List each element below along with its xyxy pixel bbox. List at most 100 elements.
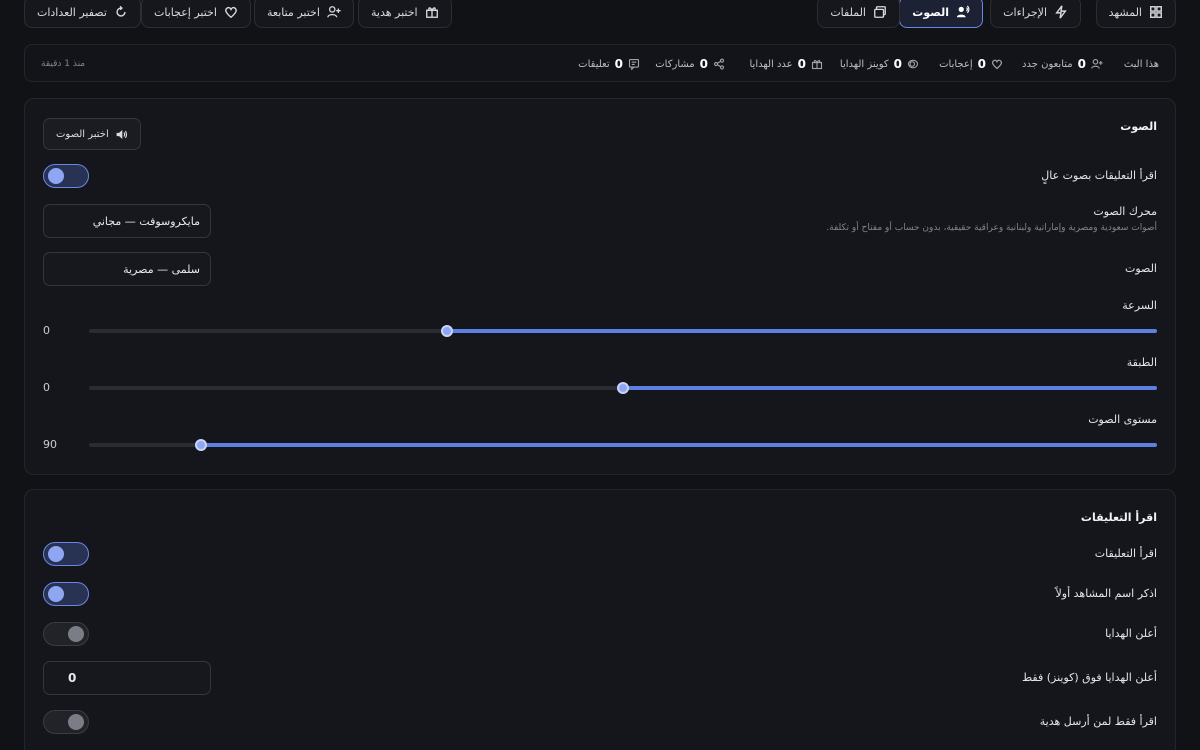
shares-label: مشاركات [655,58,695,70]
comments-card-title: اقرأ التعليقات [1080,511,1157,524]
pitch-slider[interactable] [89,381,1157,395]
voice-engine-label: محرك الصوت [1093,205,1157,218]
gift-count-label: عدد الهدايا [749,58,793,70]
speaker-icon [116,129,127,139]
gift-count-value: 0 [797,57,806,71]
viewer-name-first-toggle[interactable] [43,582,89,606]
user-plus-icon [327,6,341,18]
people-voice-icon [956,5,970,18]
announce-above-label: أعلن الهدايا فوق (كوينز) فقط [1021,671,1157,684]
gift-icon [425,7,438,18]
toggle-knob [68,626,84,642]
voice-value: سلمى — مصرية [123,262,200,276]
stat-shares: 0 مشاركات [655,45,725,83]
stat-gift-coins: 0 كوينز الهدايا [840,45,919,83]
tab-scene-label: المشهد [1108,5,1142,19]
toggle-knob [48,168,64,184]
voice-engine-hint: أصوات سعودية ومصرية وإماراتية ولبنانية و… [826,223,1157,233]
test-voice-button[interactable]: اختبر الصوت [43,118,141,150]
stat-comments: 0 تعليقات [578,45,640,83]
stat-new-followers: 0 متابعون جدد [1022,45,1103,83]
stat-likes: 0 إعجابات [939,45,1003,83]
gift-icon [811,59,823,70]
live-stats-bar: هذا البث 0 متابعون جدد 0 إعجابات 0 كوينز… [24,44,1176,82]
tab-voice-label: الصوت [912,5,949,19]
voice-label: الصوت [1125,262,1157,275]
speed-label: السرعة [1122,299,1157,312]
test-follow-label: اختبر متابعة [267,5,320,19]
tab-overlays[interactable]: الملفات [817,0,900,28]
slider-fill [201,443,1157,447]
voice-engine-value: مايكروسوفت — مجاني [92,214,200,228]
stat-since: منذ 1 دقيقة [41,45,85,83]
lightning-icon [1055,5,1067,19]
read-comments-card: اقرأ التعليقات اقرأ التعليقات اذكر اسم ا… [24,489,1176,750]
comment-icon [628,58,640,70]
pitch-label: الطبقة [1126,356,1157,369]
likes-value: 0 [977,57,986,71]
voice-select[interactable]: سلمى — مصرية [43,252,211,286]
user-plus-icon [1091,58,1103,69]
toggle-knob [48,586,64,602]
live-label: هذا البث [1123,58,1159,70]
slider-thumb[interactable] [617,382,629,394]
since-text: منذ 1 دقيقة [41,59,86,69]
test-follow-button[interactable]: اختبر متابعة [254,0,354,28]
reset-counters-label: تصفير العدادات [37,5,107,19]
tab-actions-label: الإجراءات [1003,5,1047,19]
coin-icon [907,59,919,69]
slider-fill [446,329,1157,333]
announce-gifts-label: أعلن الهدايا [1105,627,1157,640]
announce-gifts-toggle[interactable] [43,622,89,646]
announce-above-input[interactable]: 0 [43,661,211,695]
heart-icon [225,6,237,19]
voice-settings-card: الصوت اختبر الصوت اقرأ التعليقات بصوت عا… [24,98,1176,475]
announce-above-value: 0 [68,671,77,685]
reset-icon [116,5,126,17]
speed-value: 0 [43,324,50,337]
likes-label: إعجابات [939,58,973,70]
heart-icon [991,59,1003,70]
only-gifters-label: اقرأ فقط لمن أرسل هدية [1039,715,1157,728]
volume-label: مستوى الصوت [1088,413,1157,426]
toggle-knob [48,546,64,562]
new-followers-label: متابعون جدد [1022,58,1073,70]
voice-engine-select[interactable]: مايكروسوفت — مجاني [43,204,211,238]
share-icon [713,58,725,70]
tab-overlays-label: الملفات [830,5,866,19]
volume-slider[interactable] [89,438,1157,452]
tab-scene[interactable]: المشهد [1095,0,1176,28]
volume-value: 90 [43,438,57,451]
overlay-icon [874,6,886,18]
read-comments-label: اقرأ التعليقات [1094,547,1157,560]
stat-live-label: هذا البث [1124,45,1159,83]
read-comments-toggle[interactable] [43,542,89,566]
speed-slider[interactable] [89,324,1157,338]
viewer-name-first-label: اذكر اسم المشاهد أولاً [1055,587,1158,600]
reset-counters-button[interactable]: تصفير العدادات [24,0,141,28]
new-followers-value: 0 [1077,57,1086,71]
test-voice-label: اختبر الصوت [56,128,109,140]
shares-value: 0 [699,57,708,71]
top-nav: المشهد الإجراءات الصوت الملفات اختبر هدي… [24,0,1176,28]
stat-gift-count: 0 عدد الهدايا [750,45,824,83]
comments-label: تعليقات [578,58,610,70]
test-likes-label: اختبر إعجابات [154,5,217,19]
test-gift-button[interactable]: اختبر هدية [358,0,452,28]
read-aloud-label: اقرأ التعليقات بصوت عالٍ [1041,169,1157,182]
slider-fill [623,386,1157,390]
slider-thumb[interactable] [440,325,453,337]
slider-thumb[interactable] [195,439,208,451]
pitch-value: 0 [43,381,50,394]
voice-card-title: الصوت [1120,120,1157,133]
tab-voice[interactable]: الصوت [899,0,983,28]
test-likes-button[interactable]: اختبر إعجابات [141,0,251,28]
tab-actions[interactable]: الإجراءات [990,0,1081,28]
toggle-knob [68,714,84,730]
gift-coins-value: 0 [893,57,902,71]
gift-coins-label: كوينز الهدايا [839,58,889,70]
test-gift-label: اختبر هدية [371,5,418,19]
read-aloud-toggle[interactable] [43,164,89,188]
only-gifters-toggle[interactable] [43,710,89,734]
comments-value: 0 [614,57,623,71]
